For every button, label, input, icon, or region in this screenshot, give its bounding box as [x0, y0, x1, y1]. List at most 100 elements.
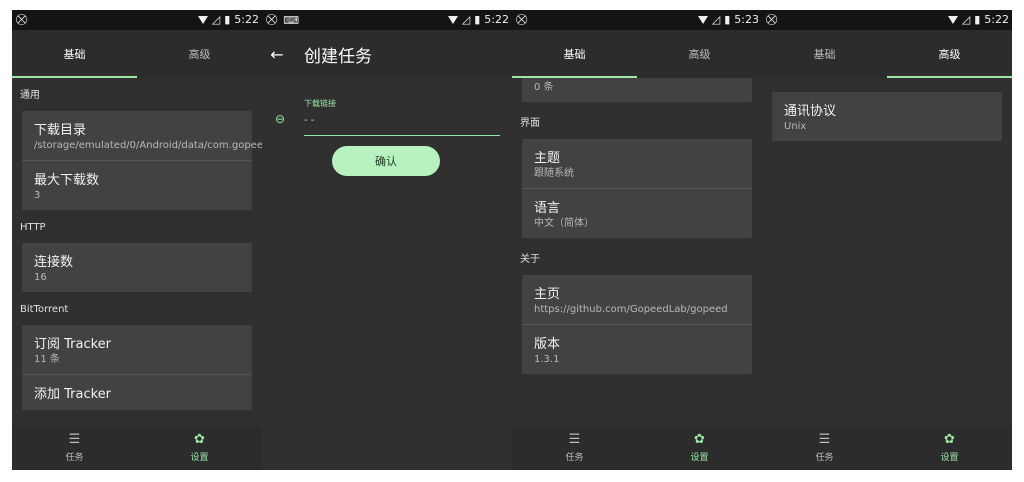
setting-version[interactable]: 版本 1.3.1 [522, 324, 752, 374]
setting-language[interactable]: 语言 中文（简体） [522, 188, 752, 238]
section-label-general: 通用 [20, 90, 40, 101]
nav-tasks[interactable]: ☰ 任务 [512, 426, 637, 470]
nav-label: 任务 [815, 453, 834, 463]
nav-label: 任务 [565, 453, 584, 463]
gear-icon: ✿ [194, 432, 205, 447]
clock: 5:22 [484, 13, 509, 26]
settings-list[interactable]: 通用 下载目录 /storage/emulated/0/Android/data… [12, 78, 262, 426]
setting-max-downloads[interactable]: 最大下载数 3 [22, 160, 252, 210]
setting-title: 连接数 [34, 255, 74, 270]
link-icon: ⊖ [275, 112, 286, 126]
section-label-bittorrent: BitTorrent [20, 304, 69, 315]
setting-title: 下载目录 [34, 123, 87, 138]
notification-icon: ⛒ [516, 13, 528, 26]
page-title: 创建任务 [304, 46, 372, 67]
wifi-icon [947, 15, 958, 24]
wifi-icon [697, 15, 708, 24]
nav-tasks[interactable]: ☰ 任务 [762, 426, 887, 470]
setting-title: 订阅 Tracker [34, 337, 112, 352]
nav-label: 设置 [940, 453, 959, 463]
setting-value: /storage/emulated/0/Android/data/com.gop… [34, 140, 262, 151]
list-icon: ☰ [818, 432, 831, 447]
wifi-icon [197, 15, 208, 24]
section-label-http: HTTP [20, 222, 46, 233]
gear-icon: ✿ [944, 432, 955, 447]
settings-card: 通讯协议 Unix [772, 92, 1002, 141]
signal-icon: ◿ [461, 13, 471, 26]
status-bar: ⛒ ◿ ▮ 5:22 [762, 10, 1012, 30]
settings-card: 主题 跟随系统 语言 中文（简体） [522, 139, 752, 238]
nav-label: 设置 [690, 453, 709, 463]
tab-basic[interactable]: 基础 [12, 30, 137, 78]
app-bar: ← 创建任务 [262, 30, 512, 78]
notification-icon: ⛒ [766, 13, 778, 26]
tab-bar: 基础 高级 [762, 30, 1012, 78]
confirm-button[interactable]: 确认 [332, 146, 440, 176]
battery-icon: ▮ [974, 13, 981, 26]
setting-title: 通讯协议 [784, 104, 837, 119]
notification-icon: ⛒ [16, 13, 28, 26]
notification-icon: ⛒ [266, 13, 278, 26]
tab-advanced[interactable]: 高级 [887, 30, 1012, 78]
setting-value: 3 [34, 190, 41, 201]
setting-connections[interactable]: 连接数 16 [22, 243, 252, 292]
settings-card: 0 条 [522, 78, 752, 102]
setting-download-dir[interactable]: 下载目录 /storage/emulated/0/Android/data/co… [22, 111, 262, 160]
tab-basic[interactable]: 基础 [762, 30, 887, 78]
setting-theme[interactable]: 主题 跟随系统 [522, 139, 752, 188]
setting-title: 最大下载数 [34, 173, 100, 188]
nav-tasks[interactable]: ☰ 任务 [12, 426, 137, 470]
section-label-ui: 界面 [520, 118, 540, 129]
back-arrow-icon[interactable]: ← [262, 45, 292, 64]
wifi-icon [447, 15, 458, 24]
settings-list[interactable]: 通讯协议 Unix [762, 78, 1012, 426]
battery-icon: ▮ [474, 13, 481, 26]
nav-settings[interactable]: ✿ 设置 [637, 426, 762, 470]
download-url-input[interactable]: 下载链接 - - [304, 98, 500, 136]
tab-basic[interactable]: 基础 [512, 30, 637, 78]
bottom-navigation: ☰ 任务 ✿ 设置 [762, 426, 1012, 470]
clock: 5:22 [234, 13, 259, 26]
settings-card: 订阅 Tracker 11 条 添加 Tracker [22, 325, 252, 410]
signal-icon: ◿ [211, 13, 221, 26]
setting-value: https://github.com/GopeedLab/gopeed [534, 304, 728, 315]
status-bar: ⛒ ⌨ ◿ ▮ 5:22 [262, 10, 512, 30]
tab-advanced[interactable]: 高级 [637, 30, 762, 78]
field-value: - - [304, 115, 315, 126]
signal-icon: ◿ [961, 13, 971, 26]
settings-list[interactable]: 0 条 界面 主题 跟随系统 语言 中文（简体） 关于 主页 https://g… [512, 78, 762, 426]
setting-add-tracker[interactable]: 添加 Tracker [22, 374, 252, 410]
setting-subscribe-tracker[interactable]: 订阅 Tracker 11 条 [22, 325, 252, 374]
settings-card: 连接数 16 [22, 243, 252, 292]
signal-icon: ◿ [711, 13, 721, 26]
setting-title: 语言 [534, 201, 561, 216]
setting-value: 跟随系统 [534, 168, 574, 179]
setting-value: 0 条 [534, 82, 554, 93]
clock: 5:22 [984, 13, 1009, 26]
setting-value: 中文（简体） [534, 218, 594, 229]
setting-title: 主页 [534, 287, 561, 302]
nav-settings[interactable]: ✿ 设置 [887, 426, 1012, 470]
setting-value: 11 条 [34, 354, 60, 365]
setting-tracker-count[interactable]: 0 条 [522, 78, 752, 102]
list-icon: ☰ [68, 432, 81, 447]
setting-homepage[interactable]: 主页 https://github.com/GopeedLab/gopeed [522, 275, 752, 324]
gear-icon: ✿ [694, 432, 705, 447]
setting-title: 添加 Tracker [34, 387, 112, 402]
status-bar: ⛒ ◿ ▮ 5:22 [12, 10, 262, 30]
setting-protocol[interactable]: 通讯协议 Unix [772, 92, 1002, 141]
list-icon: ☰ [568, 432, 581, 447]
screen-settings-basic-scrolled: ⛒ ◿ ▮ 5:23 基础 高级 0 条 界面 主题 跟随系统 语言 中文（简体） … [512, 10, 762, 470]
nav-label: 任务 [65, 453, 84, 463]
battery-icon: ▮ [724, 13, 731, 26]
nav-settings[interactable]: ✿ 设置 [137, 426, 262, 470]
tab-advanced[interactable]: 高级 [137, 30, 262, 78]
keyboard-icon: ⌨ [283, 13, 300, 27]
setting-value: Unix [784, 121, 807, 132]
section-label-about: 关于 [520, 254, 540, 265]
settings-card: 主页 https://github.com/GopeedLab/gopeed 版… [522, 275, 752, 374]
nav-label: 设置 [190, 453, 209, 463]
setting-value: 16 [34, 272, 47, 283]
screen-settings-advanced: ⛒ ◿ ▮ 5:22 基础 高级 通讯协议 Unix ☰ 任务 ✿ 设置 [762, 10, 1012, 470]
tab-bar: 基础 高级 [12, 30, 262, 78]
